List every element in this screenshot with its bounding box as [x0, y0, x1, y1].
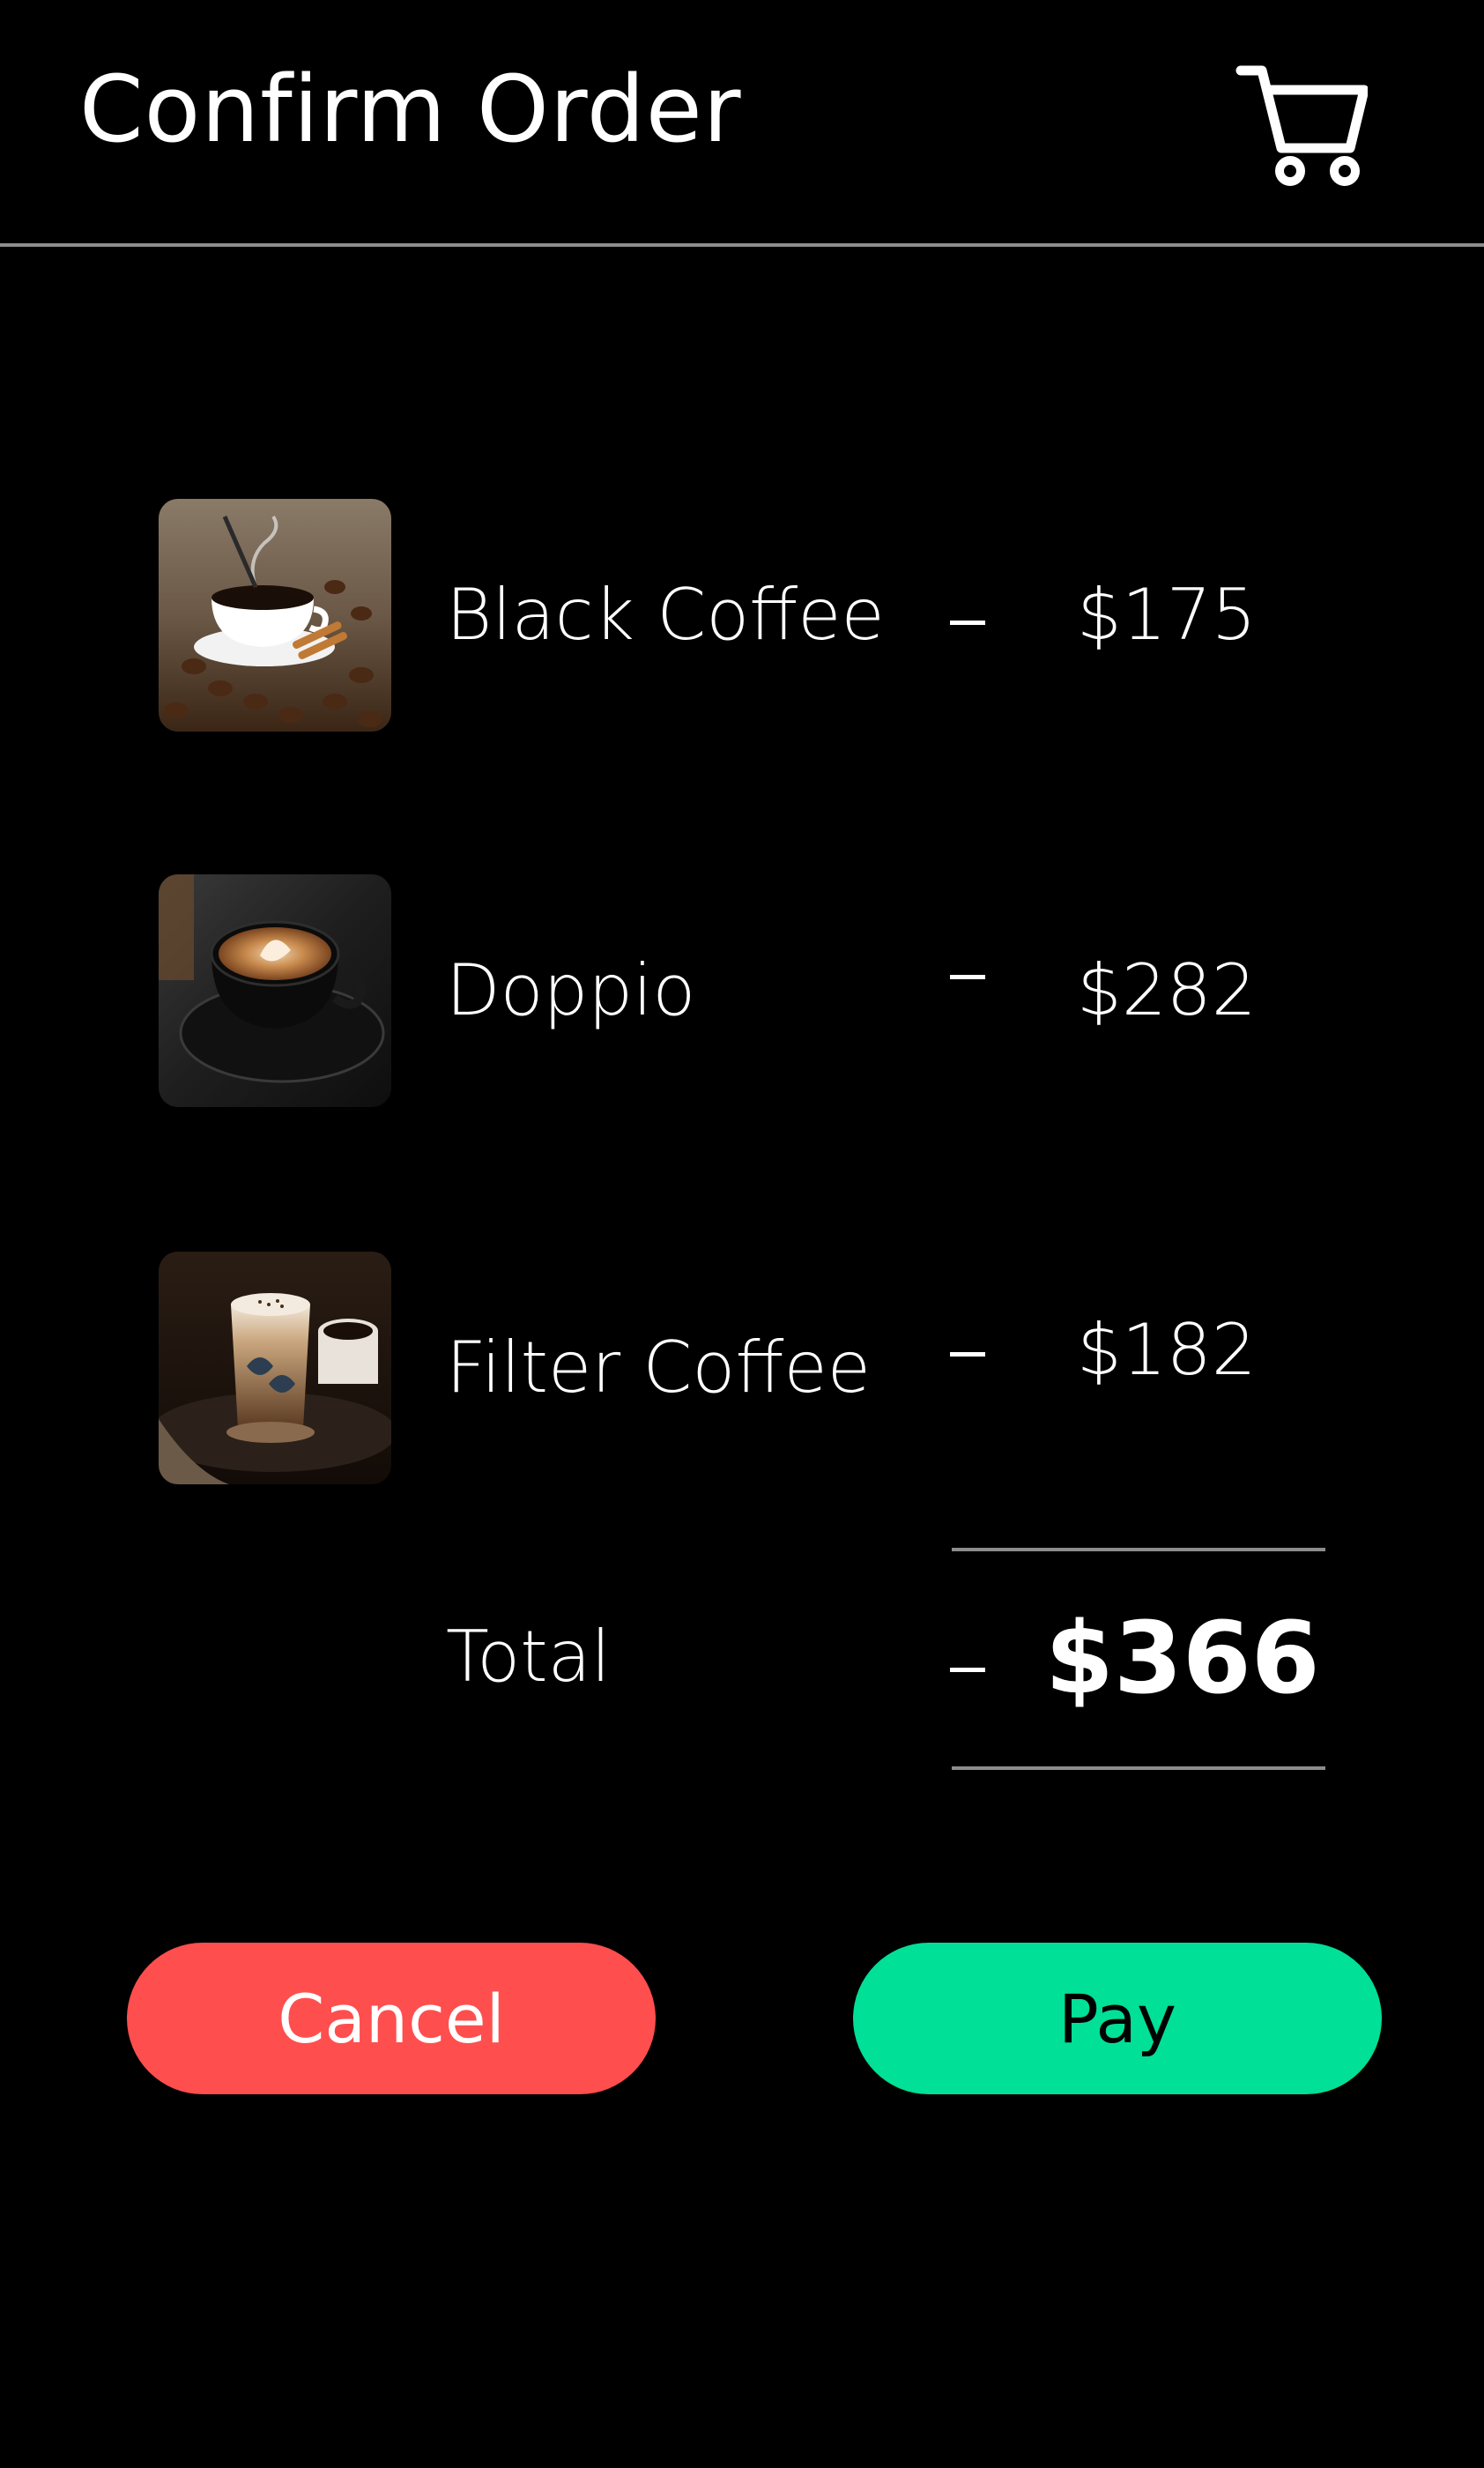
item-dash	[950, 1352, 985, 1357]
pay-button[interactable]: Pay	[853, 1943, 1382, 2094]
order-item: Black Coffee $175	[0, 499, 1484, 732]
item-price: $282	[1077, 949, 1257, 1031]
header-divider	[0, 243, 1484, 247]
total-divider-bottom	[952, 1766, 1325, 1770]
total-value: $366	[1045, 1602, 1320, 1716]
item-price: $175	[1077, 574, 1257, 656]
header: Confirm Order	[0, 0, 1484, 243]
total-label: Total	[446, 1616, 611, 1698]
black-coffee-image	[159, 499, 391, 732]
order-item: Filter Coffee $182	[0, 1252, 1484, 1484]
total-dash	[950, 1668, 985, 1672]
page-title: Confirm Order	[79, 56, 742, 163]
doppio-image	[159, 874, 391, 1107]
shopping-cart-icon[interactable]	[1235, 63, 1369, 187]
item-name: Black Coffee	[446, 574, 885, 656]
item-price: $182	[1077, 1309, 1257, 1391]
item-name: Filter Coffee	[446, 1327, 871, 1409]
item-dash	[950, 621, 985, 625]
cancel-button[interactable]: Cancel	[127, 1943, 656, 2094]
item-dash	[950, 975, 985, 979]
filter-coffee-image	[159, 1252, 391, 1484]
item-name: Doppio	[446, 949, 696, 1031]
order-item: Doppio $282	[0, 874, 1484, 1107]
total-divider-top	[952, 1548, 1325, 1551]
